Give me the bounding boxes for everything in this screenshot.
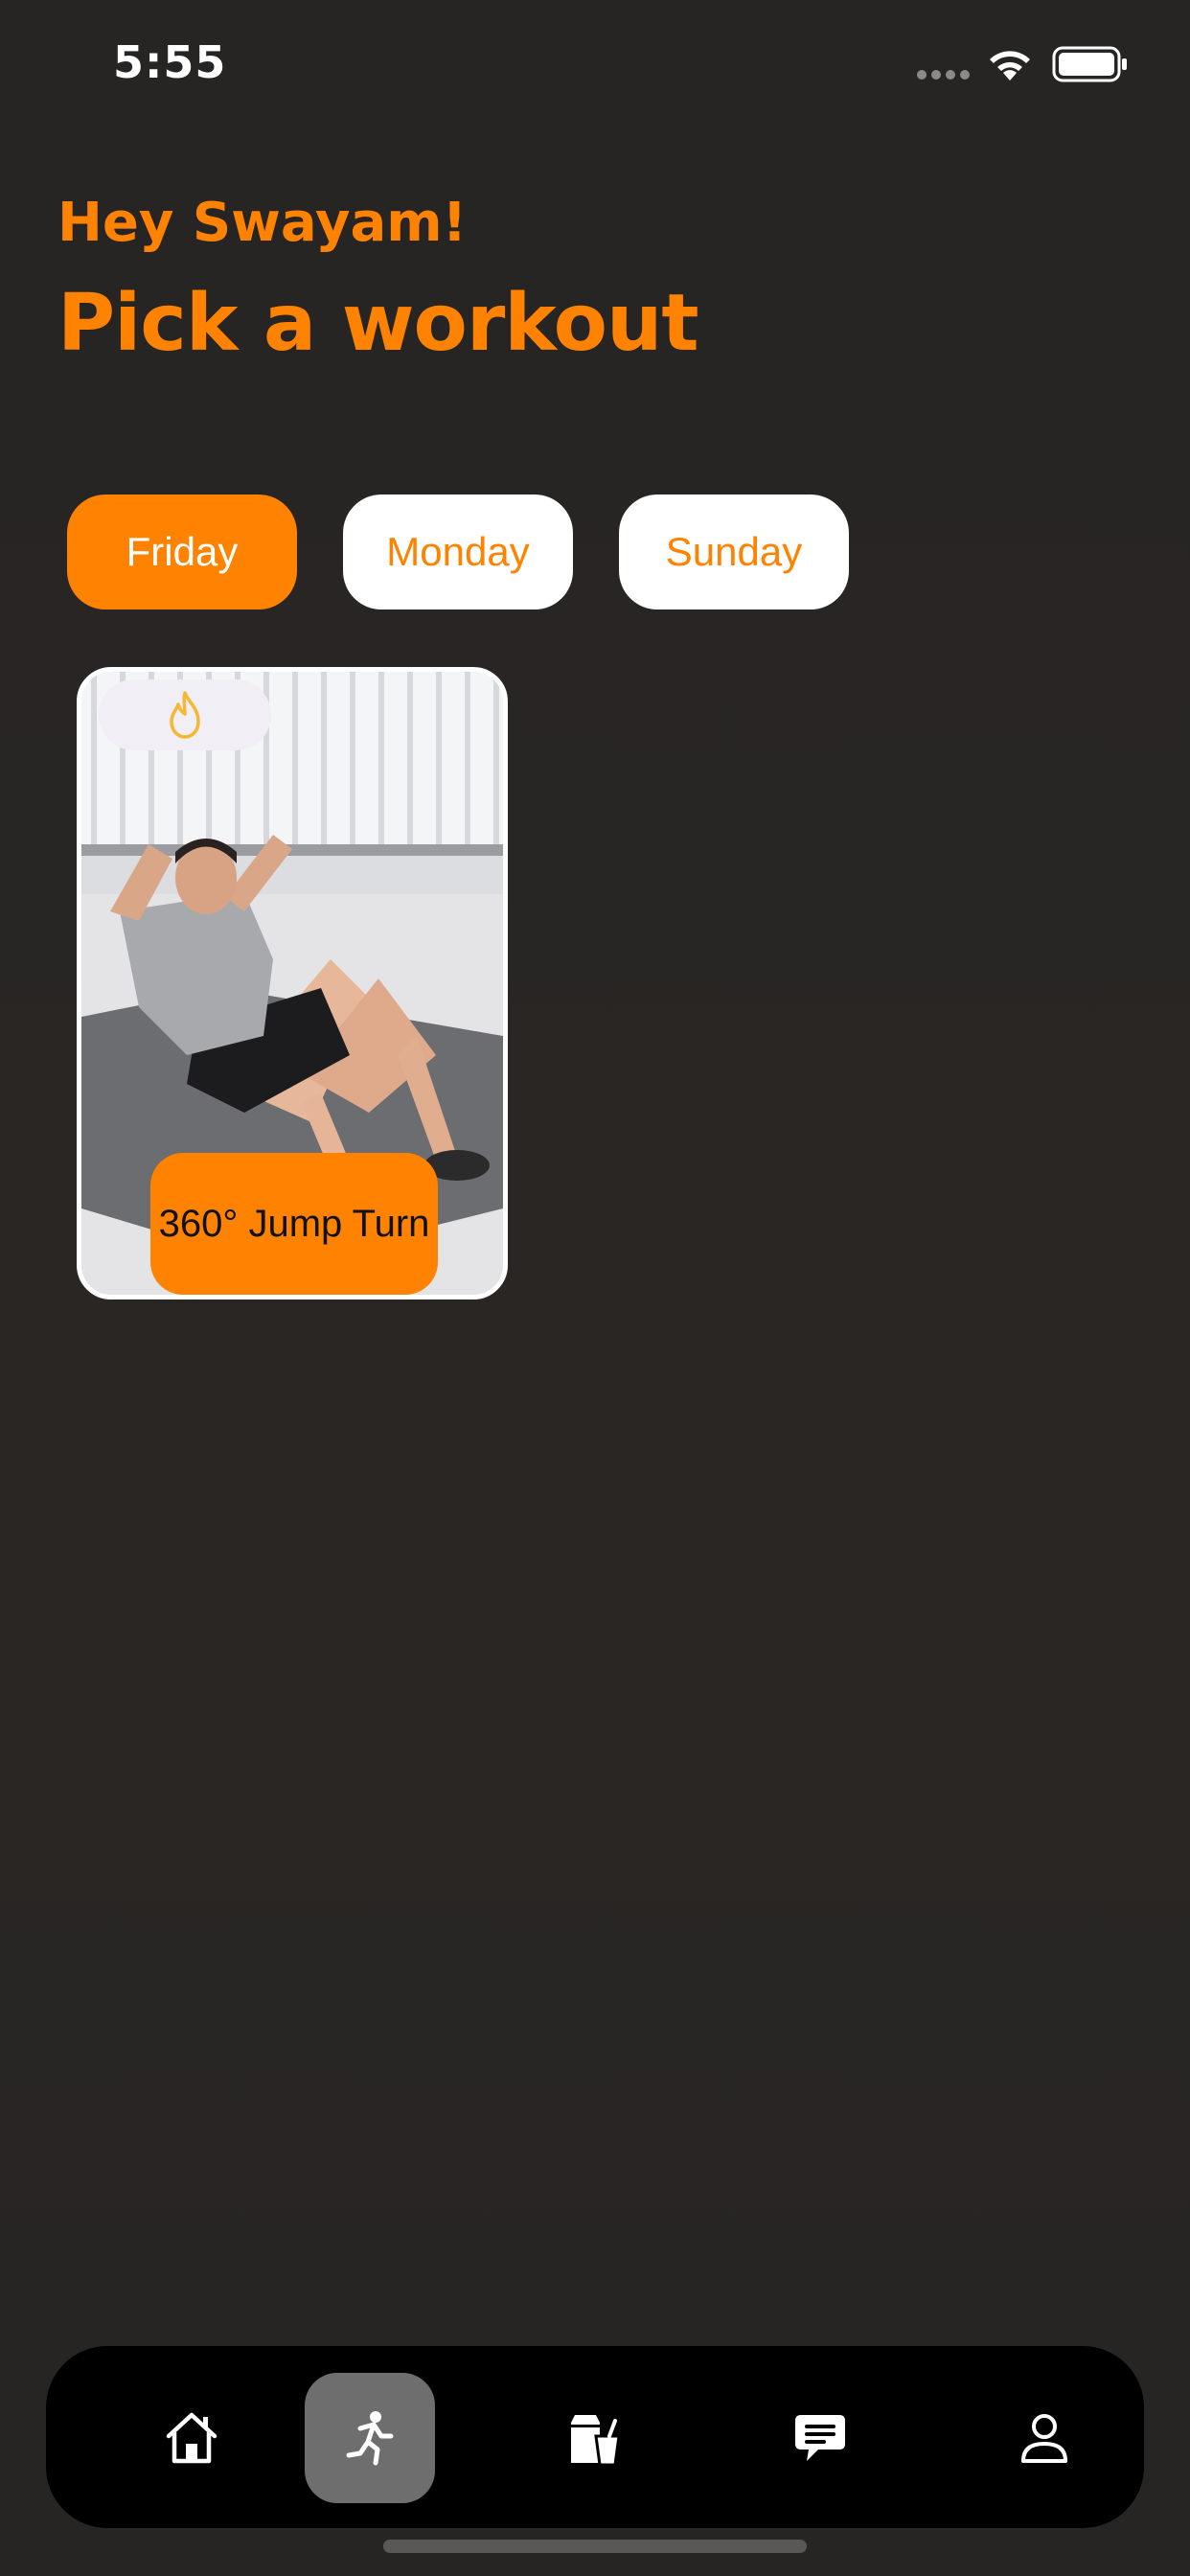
tab-chat[interactable] — [755, 2373, 885, 2503]
page-title: Pick a workout — [57, 278, 699, 369]
day-tab-friday[interactable]: Friday — [67, 494, 297, 610]
tab-nutrition[interactable] — [529, 2373, 659, 2503]
workout-card[interactable]: 360° Jump Turn — [77, 667, 508, 1300]
tab-workouts[interactable] — [305, 2373, 435, 2503]
workout-screen: 5:55 Hey Swayam! Pick a workout Friday M… — [0, 0, 1190, 2576]
flame-icon — [170, 691, 200, 739]
battery-icon — [1052, 46, 1127, 82]
tab-home[interactable] — [126, 2373, 257, 2503]
status-time: 5:55 — [113, 36, 227, 88]
meal-bag-cup-icon — [571, 2415, 621, 2467]
day-tabs: Friday Monday Sunday — [67, 494, 1025, 611]
day-tab-sunday[interactable]: Sunday — [619, 494, 849, 610]
bottom-tab-bar — [46, 2346, 1144, 2528]
flame-badge — [99, 679, 271, 750]
profile-icon — [1021, 2414, 1067, 2463]
tab-profile[interactable] — [979, 2373, 1110, 2503]
home-indicator — [383, 2540, 807, 2553]
running-person-icon — [346, 2411, 394, 2466]
chat-bubble-icon — [795, 2415, 845, 2461]
greeting-text: Hey Swayam! — [57, 192, 468, 254]
wifi-icon — [990, 51, 1030, 80]
cellular-dots-icon — [917, 70, 970, 80]
home-icon — [166, 2412, 217, 2464]
workout-name: 360° Jump Turn — [150, 1153, 438, 1295]
day-tab-monday[interactable]: Monday — [343, 494, 573, 610]
